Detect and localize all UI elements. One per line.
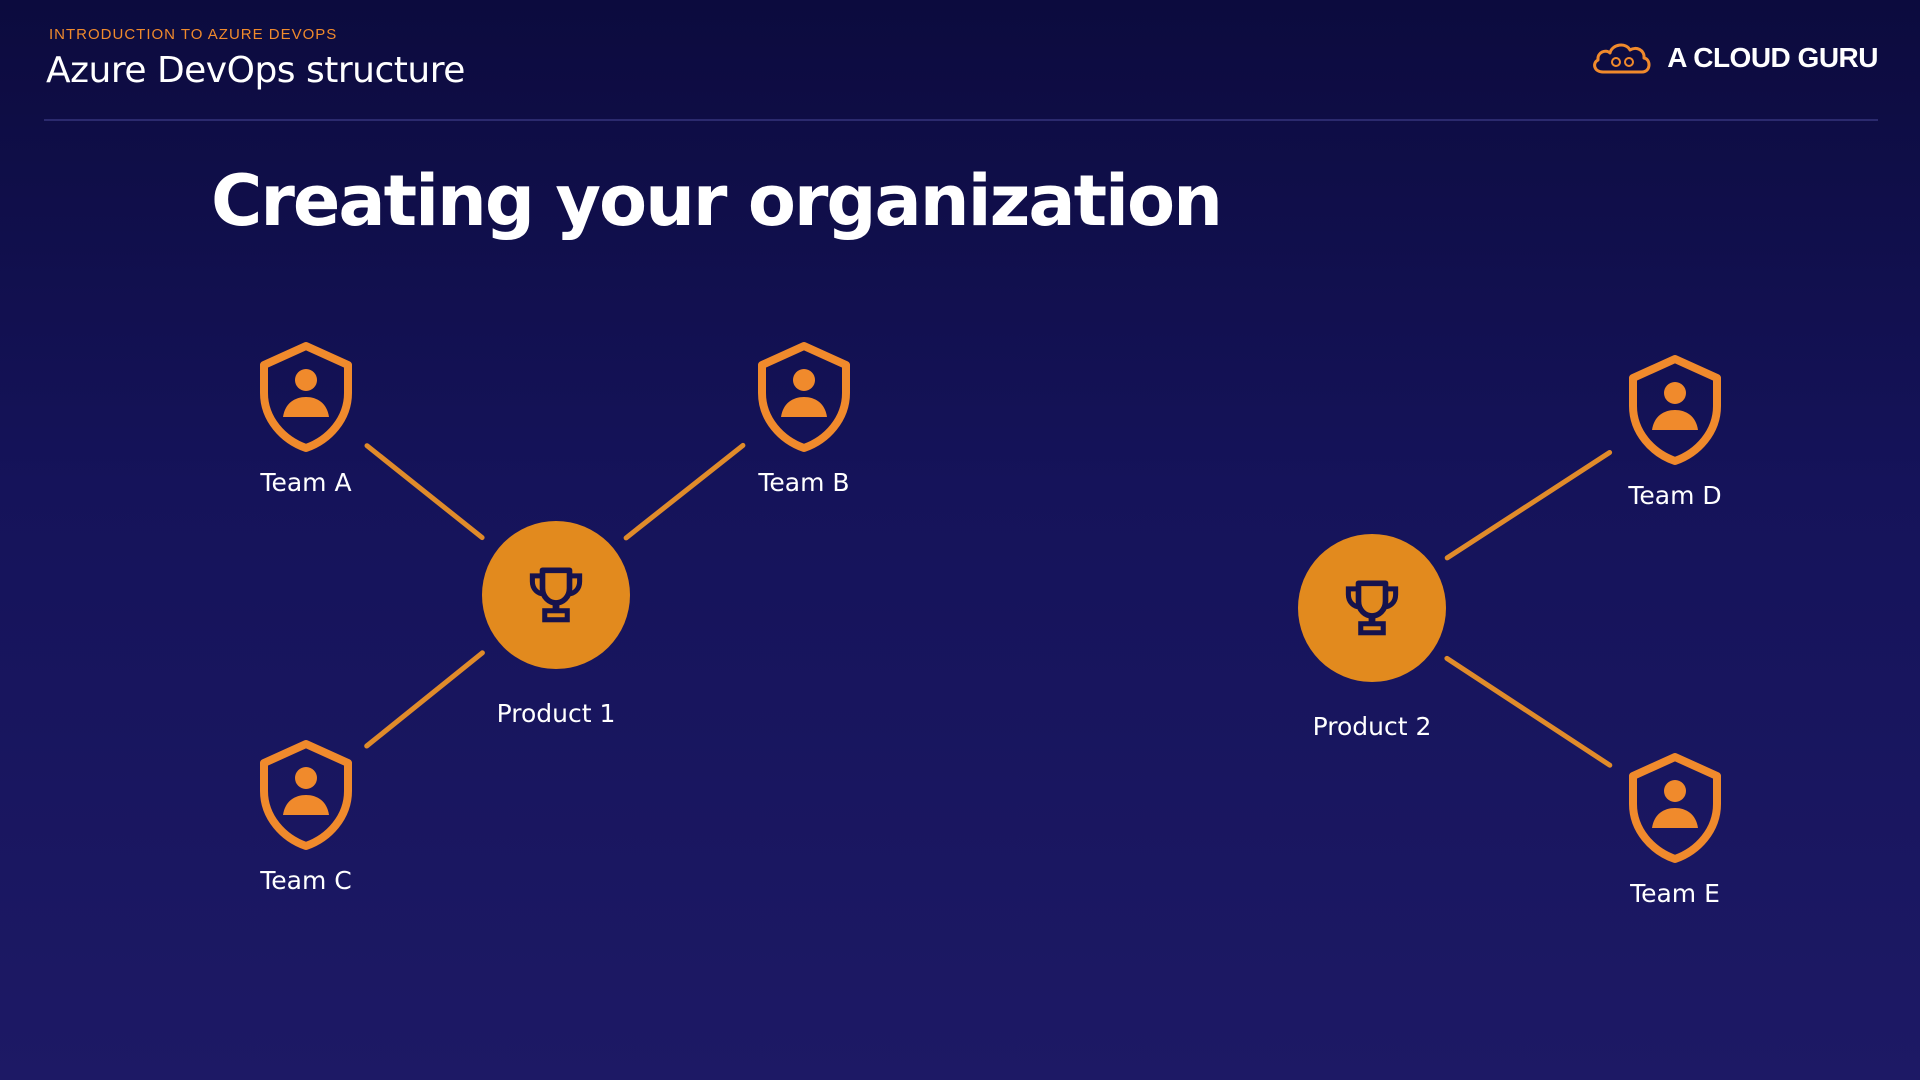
team-node-d: Team D — [1565, 353, 1785, 510]
shield-user-icon — [758, 342, 850, 452]
trophy-icon — [1345, 580, 1399, 636]
product-node-1: Product 1 — [446, 521, 666, 728]
shield-user-icon — [1629, 355, 1721, 465]
shield-user-icon — [260, 740, 352, 850]
slide: INTRODUCTION TO AZURE DEVOPS Azure DevOp… — [0, 0, 1920, 1080]
trophy-icon — [529, 567, 583, 623]
team-label: Team E — [1630, 879, 1720, 908]
team-label: Team B — [758, 468, 850, 497]
team-label: Team A — [260, 468, 352, 497]
shield-user-icon — [1629, 753, 1721, 863]
team-node-c: Team C — [196, 738, 416, 895]
team-node-e: Team E — [1565, 751, 1785, 908]
product-circle — [1298, 534, 1446, 682]
shield-user-icon — [260, 342, 352, 452]
product-node-2: Product 2 — [1262, 534, 1482, 741]
product-label: Product 2 — [1312, 712, 1432, 741]
team-node-a: Team A — [196, 340, 416, 497]
team-label: Team D — [1628, 481, 1722, 510]
product-circle — [482, 521, 630, 669]
structure-diagram — [364, 442, 1613, 768]
product-label: Product 1 — [496, 699, 616, 728]
team-label: Team C — [260, 866, 352, 895]
team-node-b: Team B — [694, 340, 914, 497]
